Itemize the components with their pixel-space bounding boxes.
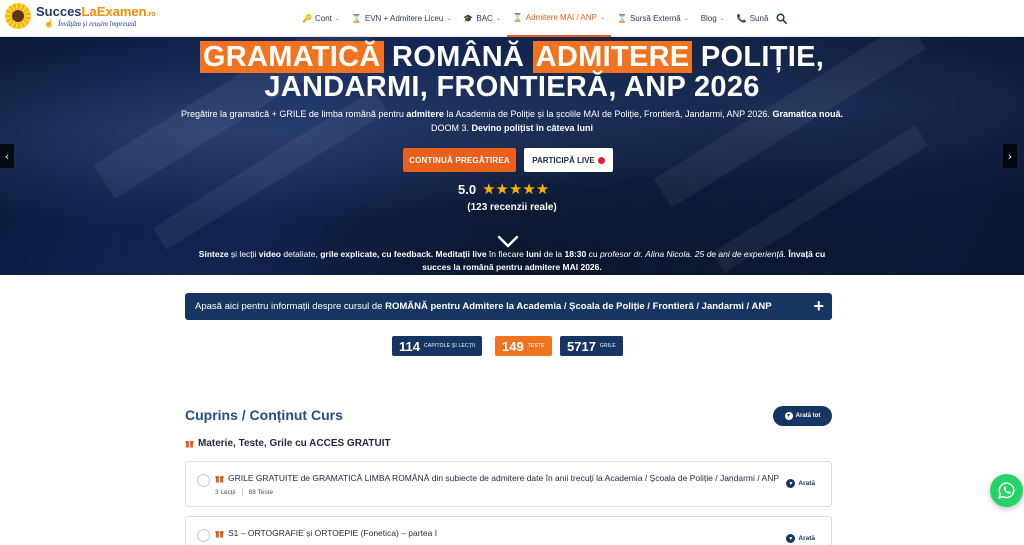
course-info-accordion[interactable]: Apasă aici pentru informații despre curs… <box>185 293 832 320</box>
nav-item-evn[interactable]: ⌛ EVN + Admitere Liceu ⌄ <box>346 0 457 37</box>
main-nav: 🔑 Cont ⌄ ⌛ EVN + Admitere Liceu ⌄ 🎓 BAC … <box>296 0 788 37</box>
graduation-cap-icon: 🎓 <box>463 14 474 23</box>
nav-item-admitere-mai[interactable]: ⌛ Admitere MAI / ANP ⌄ <box>506 0 611 37</box>
expand-all-button[interactable]: ▼ Arată tot <box>773 406 832 426</box>
chevron-down-icon: ⌄ <box>334 16 340 22</box>
hourglass-icon: ⌛ <box>351 14 362 23</box>
nav-item-blog[interactable]: Blog ⌄ <box>695 0 731 37</box>
hero-title: GRAMATICĂ ROMÂNĂ ADMITERE POLIȚIE, JANDA… <box>0 41 1024 102</box>
course-content-title: Cuprins / Conținut Curs <box>185 407 343 423</box>
hourglass-icon: ⌛ <box>512 13 523 22</box>
chevron-down-icon: ▼ <box>786 534 796 543</box>
logo-wordmark: SuccesLaExamen.ro <box>36 3 156 19</box>
chevron-down-icon: ⌄ <box>599 15 605 21</box>
gift-icon <box>215 530 224 538</box>
scroll-down-chevron-icon[interactable] <box>497 235 519 249</box>
chevron-down-icon: ⌄ <box>495 16 501 22</box>
whatsapp-icon <box>998 482 1015 499</box>
star-rating-icon: ★★★★★ <box>482 181 550 198</box>
nav-item-sursa-externa[interactable]: ⌛ Sursă Externă ⌄ <box>611 0 695 37</box>
hero-description: Pregătire la gramatică + GRILE de limba … <box>181 109 843 133</box>
hand-icon: ☝ <box>44 18 54 28</box>
phone-icon: 📞 <box>736 14 747 23</box>
live-dot-icon <box>597 156 605 164</box>
lesson-title: S1 – ORTOGRAFIE și ORTOEPIE (Fonetica) –… <box>228 528 438 538</box>
stat-tests: 149 TESTE <box>495 336 552 356</box>
lesson-item[interactable]: S1 – ORTOGRAFIE și ORTOEPIE (Fonetica) –… <box>185 516 832 545</box>
carousel-prev-arrow-icon[interactable]: ‹ <box>0 144 14 168</box>
hourglass-icon: ⌛ <box>616 14 627 23</box>
hero-banner: GRAMATICĂ ROMÂNĂ ADMITERE POLIȚIE, JANDA… <box>0 37 1024 275</box>
stat-questions: 5717 GRILE <box>560 336 623 356</box>
gift-icon <box>185 441 194 448</box>
plus-icon: + <box>813 296 824 316</box>
show-button[interactable]: ▼ Arată <box>786 479 815 488</box>
chevron-down-icon: ⌄ <box>719 16 725 22</box>
gift-icon <box>215 475 224 483</box>
nav-item-cont[interactable]: 🔑 Cont ⌄ <box>296 0 346 37</box>
logo-tagline: Învățăm și reușim împreună <box>57 19 137 28</box>
show-button[interactable]: ▼ Arată <box>786 534 815 543</box>
reviews-count: (123 recenzii reale) <box>467 202 557 213</box>
nav-item-bac[interactable]: 🎓 BAC ⌄ <box>457 0 506 37</box>
tests-count: 88 Teste <box>248 488 274 496</box>
chevron-down-icon: ▼ <box>786 479 796 488</box>
join-live-button[interactable]: PARTICIPĂ LIVE <box>524 148 613 172</box>
completion-radio[interactable] <box>197 529 210 542</box>
lesson-item[interactable]: GRILE GRATUITE de GRAMATICĂ LIMBA ROMÂNĂ… <box>185 461 832 507</box>
carousel-next-arrow-icon[interactable]: › <box>1003 144 1017 168</box>
chevron-down-icon: ▼ <box>784 412 793 420</box>
completion-radio[interactable] <box>197 474 210 487</box>
rating-value: 5.0 <box>458 181 477 197</box>
chevron-down-icon: ⌄ <box>446 16 452 22</box>
whatsapp-chat-button[interactable] <box>990 474 1023 507</box>
lessons-count: 3 Lecții <box>215 488 236 496</box>
sunflower-logo-icon <box>5 3 31 29</box>
continue-preparation-button[interactable]: CONTINUĂ PREGĂTIREA <box>403 148 516 172</box>
site-logo[interactable]: SuccesLaExamen.ro ☝ Învățăm și reușim împ… <box>5 3 156 29</box>
rating: 5.0 ★★★★★ <box>458 180 549 198</box>
nav-item-suna[interactable]: 📞 Sună <box>731 0 771 37</box>
site-header: SuccesLaExamen.ro ☝ Învățăm și reușim împ… <box>0 0 1024 37</box>
key-icon: 🔑 <box>302 14 312 23</box>
free-access-section-title: Materie, Teste, Grile cu ACCES GRATUIT <box>185 438 391 449</box>
chevron-down-icon: ⌄ <box>683 16 689 22</box>
hero-footer-text: Sinteze și lecții video detaliate, grile… <box>198 249 826 272</box>
stat-chapters: 114 CAPITOLE ȘI LECȚII <box>392 336 483 356</box>
search-icon[interactable] <box>774 12 788 26</box>
lesson-title: GRILE GRATUITE de GRAMATICĂ LIMBA ROMÂNĂ… <box>228 473 779 483</box>
